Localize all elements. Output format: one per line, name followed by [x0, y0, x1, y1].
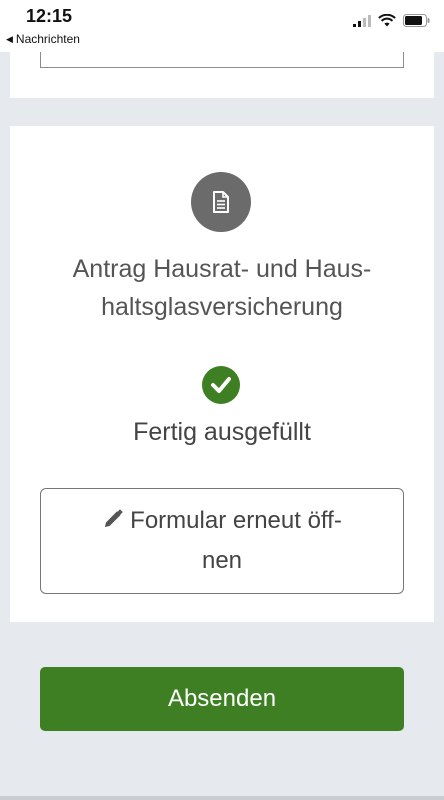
back-link-label: Nachrichten	[15, 32, 80, 46]
submit-button-label: Absenden	[167, 685, 277, 712]
status-bar: 12:15 ◀ Nachrichten	[0, 0, 444, 52]
battery-icon	[403, 14, 430, 27]
document-icon	[191, 172, 251, 232]
back-to-app-link[interactable]: ◀ Nachrichten	[6, 32, 80, 46]
wifi-icon	[378, 14, 396, 27]
document-card: Antrag Hausrat- und Haus- haltsglasversi…	[10, 126, 434, 622]
previous-card	[10, 52, 434, 98]
reopen-form-label: Formular erneut öff- nen	[130, 507, 342, 574]
system-icons	[353, 14, 430, 27]
reopen-form-button[interactable]: Formular erneut öff- nen	[40, 488, 404, 594]
check-circle-icon	[202, 366, 240, 404]
app-screen: 12:15 ◀ Nachrichten Antrag Hausrat- und …	[0, 0, 444, 800]
back-triangle-icon: ◀	[6, 33, 13, 44]
cellular-signal-icon	[353, 14, 371, 27]
bottom-divider	[0, 796, 444, 800]
completion-status: Fertig ausgefüllt	[133, 418, 311, 446]
submit-button[interactable]: Absenden	[40, 667, 404, 731]
status-time: 12:15	[26, 6, 73, 26]
pencil-icon	[102, 504, 124, 542]
document-title: Antrag Hausrat- und Haus- haltsglasversi…	[72, 255, 372, 321]
previous-input-field[interactable]	[40, 52, 404, 68]
